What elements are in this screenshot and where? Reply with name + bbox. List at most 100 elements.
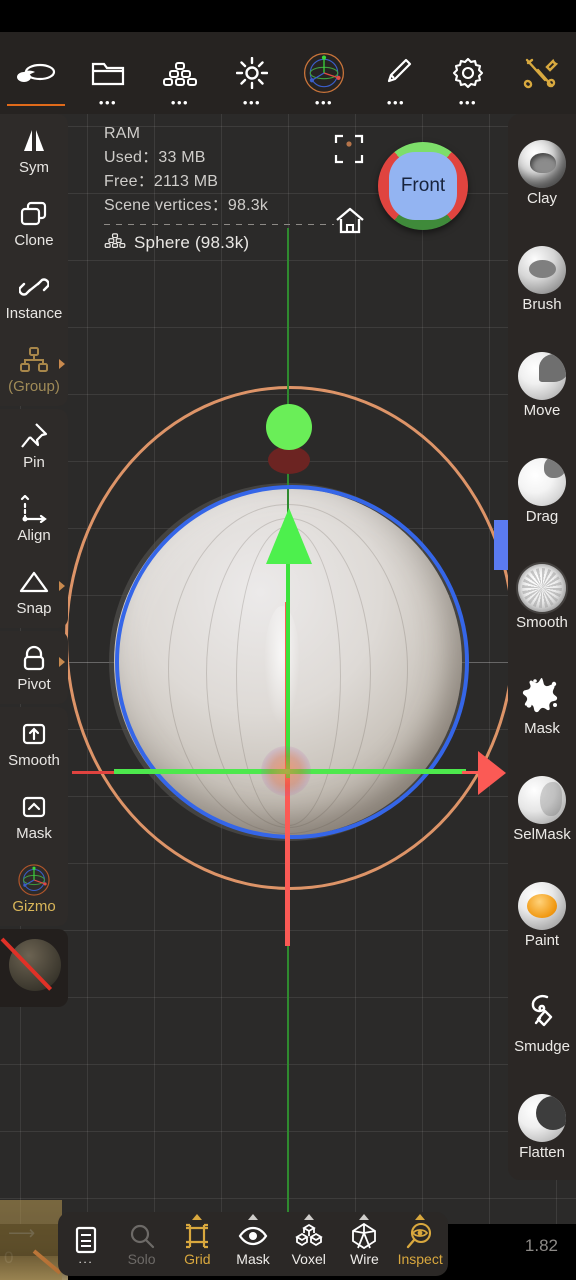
eye-icon xyxy=(238,1222,268,1250)
sidebar-item-label: Clone xyxy=(14,231,54,249)
wireframe-icon xyxy=(349,1222,379,1250)
brush-item-clay[interactable]: Clay xyxy=(508,120,576,226)
sidebar-item-sym[interactable]: Sym xyxy=(0,114,68,187)
gizmo-scale-ball-handle[interactable] xyxy=(266,404,312,450)
topbar-item-brush[interactable]: ••• xyxy=(360,32,432,114)
sidebar-item-label: Pivot xyxy=(17,675,51,693)
bottom-item-grid[interactable]: Grid xyxy=(169,1212,225,1276)
left-group-pivot: Pivot xyxy=(0,631,68,704)
bottom-item-solo[interactable]: Solo xyxy=(114,1212,170,1276)
app-version-label: 1.82 xyxy=(524,1236,558,1255)
left-group-modifiers: Smooth Mask Gizmo xyxy=(0,707,68,926)
topbar-item-tools[interactable] xyxy=(504,32,576,114)
sidebar-item-instance[interactable]: Instance xyxy=(0,260,68,333)
paint-brush-icon xyxy=(518,881,566,930)
topbar-more-dots[interactable]: ••• xyxy=(99,96,117,109)
stats-used: Used：33 MB xyxy=(104,149,206,166)
viewport-3d[interactable]: RAM Used：33 MB Free：2113 MB Scene vertic… xyxy=(0,114,576,1224)
topbar-more-dots[interactable]: ••• xyxy=(459,96,477,109)
gizmo-center-handle[interactable] xyxy=(261,746,311,796)
sidebar-item-smooth[interactable]: Smooth xyxy=(0,707,68,780)
sidebar-item-align[interactable]: Align xyxy=(0,482,68,555)
gizmo-y-arrow-handle[interactable] xyxy=(266,508,312,564)
topbar-item-lighting[interactable]: ••• xyxy=(216,32,288,114)
sidebar-item-group[interactable]: (Group) xyxy=(0,333,68,406)
topbar-item-gizmo[interactable]: ••• xyxy=(288,32,360,114)
brush-label: Drag xyxy=(525,507,559,525)
bottom-item-wire[interactable]: Wire xyxy=(337,1212,393,1276)
bottom-item-mask[interactable]: Mask xyxy=(225,1212,281,1276)
sidebar-item-label: (Group) xyxy=(8,377,60,395)
brush-item-move[interactable]: Move xyxy=(508,332,576,438)
gizmo-x-arrow-handle[interactable] xyxy=(478,751,506,795)
topbar-more-dots[interactable]: ••• xyxy=(171,96,189,109)
view-orientation-cube[interactable]: Front xyxy=(378,142,468,230)
topbar-item-settings[interactable]: ••• xyxy=(432,32,504,114)
brush-item-selmask[interactable]: SelMask xyxy=(508,756,576,862)
gizmo-axes-icon xyxy=(303,52,345,94)
topbar-item-files[interactable]: ••• xyxy=(72,32,144,114)
topbar-more-dots[interactable]: ••• xyxy=(243,96,261,109)
bottom-item-inspect[interactable]: Inspect xyxy=(392,1212,448,1276)
chevron-right-icon[interactable] xyxy=(59,359,65,369)
sidebar-item-label: Instance xyxy=(5,304,63,322)
gizmo-z-axis-handle[interactable] xyxy=(494,520,508,570)
sidebar-item-mask[interactable]: Mask xyxy=(0,780,68,853)
topology-stack-icon xyxy=(159,52,201,94)
brush-item-smudge[interactable]: Smudge xyxy=(508,968,576,1074)
chevron-up-icon[interactable] xyxy=(192,1214,203,1220)
left-group-placement: Pin Align Snap xyxy=(0,409,68,628)
chevron-up-icon[interactable] xyxy=(303,1214,314,1220)
topbar-item-topology[interactable]: ••• xyxy=(144,32,216,114)
instance-link-icon xyxy=(17,272,51,302)
home-view-icon[interactable] xyxy=(334,206,366,236)
status-bar xyxy=(0,0,576,32)
bottom-item-voxel[interactable]: Voxel xyxy=(281,1212,337,1276)
brush-item-smooth[interactable]: Smooth xyxy=(508,544,576,650)
bottom-item-more[interactable]: ... xyxy=(58,1212,114,1276)
sidebar-item-pivot[interactable]: Pivot xyxy=(0,631,68,704)
chevron-right-icon[interactable] xyxy=(59,581,65,591)
brush-item-mask[interactable]: Mask xyxy=(508,650,576,756)
selmask-brush-icon xyxy=(518,775,566,824)
stats-vertices: Scene vertices：98.3k xyxy=(104,197,269,214)
standard-brush-icon xyxy=(518,245,566,294)
sidebar-item-label: Pin xyxy=(23,453,45,471)
brush-label: Mask xyxy=(524,719,560,737)
scene-object-row[interactable]: Sphere (98.3k) xyxy=(104,231,334,255)
sidebar-item-label: Mask xyxy=(16,824,52,842)
material-disabled-swatch[interactable] xyxy=(0,929,68,1007)
brush-item-flatten[interactable]: Flatten xyxy=(508,1074,576,1180)
bottom-item-label: Voxel xyxy=(291,1250,326,1267)
brush-label: SelMask xyxy=(513,825,571,843)
pivot-lock-icon xyxy=(17,643,51,673)
viewcube-label[interactable]: Front xyxy=(389,152,457,220)
topbar-more-dots[interactable]: ••• xyxy=(315,96,333,109)
pin-icon xyxy=(17,421,51,451)
smooth-brush-icon xyxy=(518,563,566,612)
material-preview-sphere xyxy=(9,939,61,991)
bottom-item-label: Solo xyxy=(127,1250,156,1267)
sidebar-item-snap[interactable]: Snap xyxy=(0,555,68,628)
left-toolbar: Sym Clone Instance (Group) Pin Align Sna… xyxy=(0,114,68,1280)
chevron-up-icon[interactable] xyxy=(415,1214,426,1220)
scene-stats-overlay: RAM Used：33 MB Free：2113 MB Scene vertic… xyxy=(104,122,334,255)
chevron-up-icon[interactable] xyxy=(248,1214,259,1220)
sidebar-item-gizmo[interactable]: Gizmo xyxy=(0,853,68,926)
topbar-item-sculpt[interactable] xyxy=(0,32,72,114)
snap-icon xyxy=(17,567,51,597)
hidden-slider-panel[interactable]: ⟶ 0 xyxy=(0,1200,62,1280)
chevron-up-icon[interactable] xyxy=(359,1214,370,1220)
brush-item-brush[interactable]: Brush xyxy=(508,226,576,332)
brush-toolbar: Clay Brush Move Drag Smooth Mask SelMask xyxy=(508,114,576,1180)
sidebar-item-clone[interactable]: Clone xyxy=(0,187,68,260)
bottom-item-label: Wire xyxy=(350,1250,379,1267)
brush-item-paint[interactable]: Paint xyxy=(508,862,576,968)
sidebar-item-label: Snap xyxy=(16,599,52,617)
frame-selected-icon[interactable] xyxy=(334,134,364,164)
sidebar-item-pin[interactable]: Pin xyxy=(0,409,68,482)
chevron-right-icon[interactable] xyxy=(59,657,65,667)
brush-item-drag[interactable]: Drag xyxy=(508,438,576,544)
brush-label: Move xyxy=(523,401,561,419)
topbar-more-dots[interactable]: ••• xyxy=(387,96,405,109)
